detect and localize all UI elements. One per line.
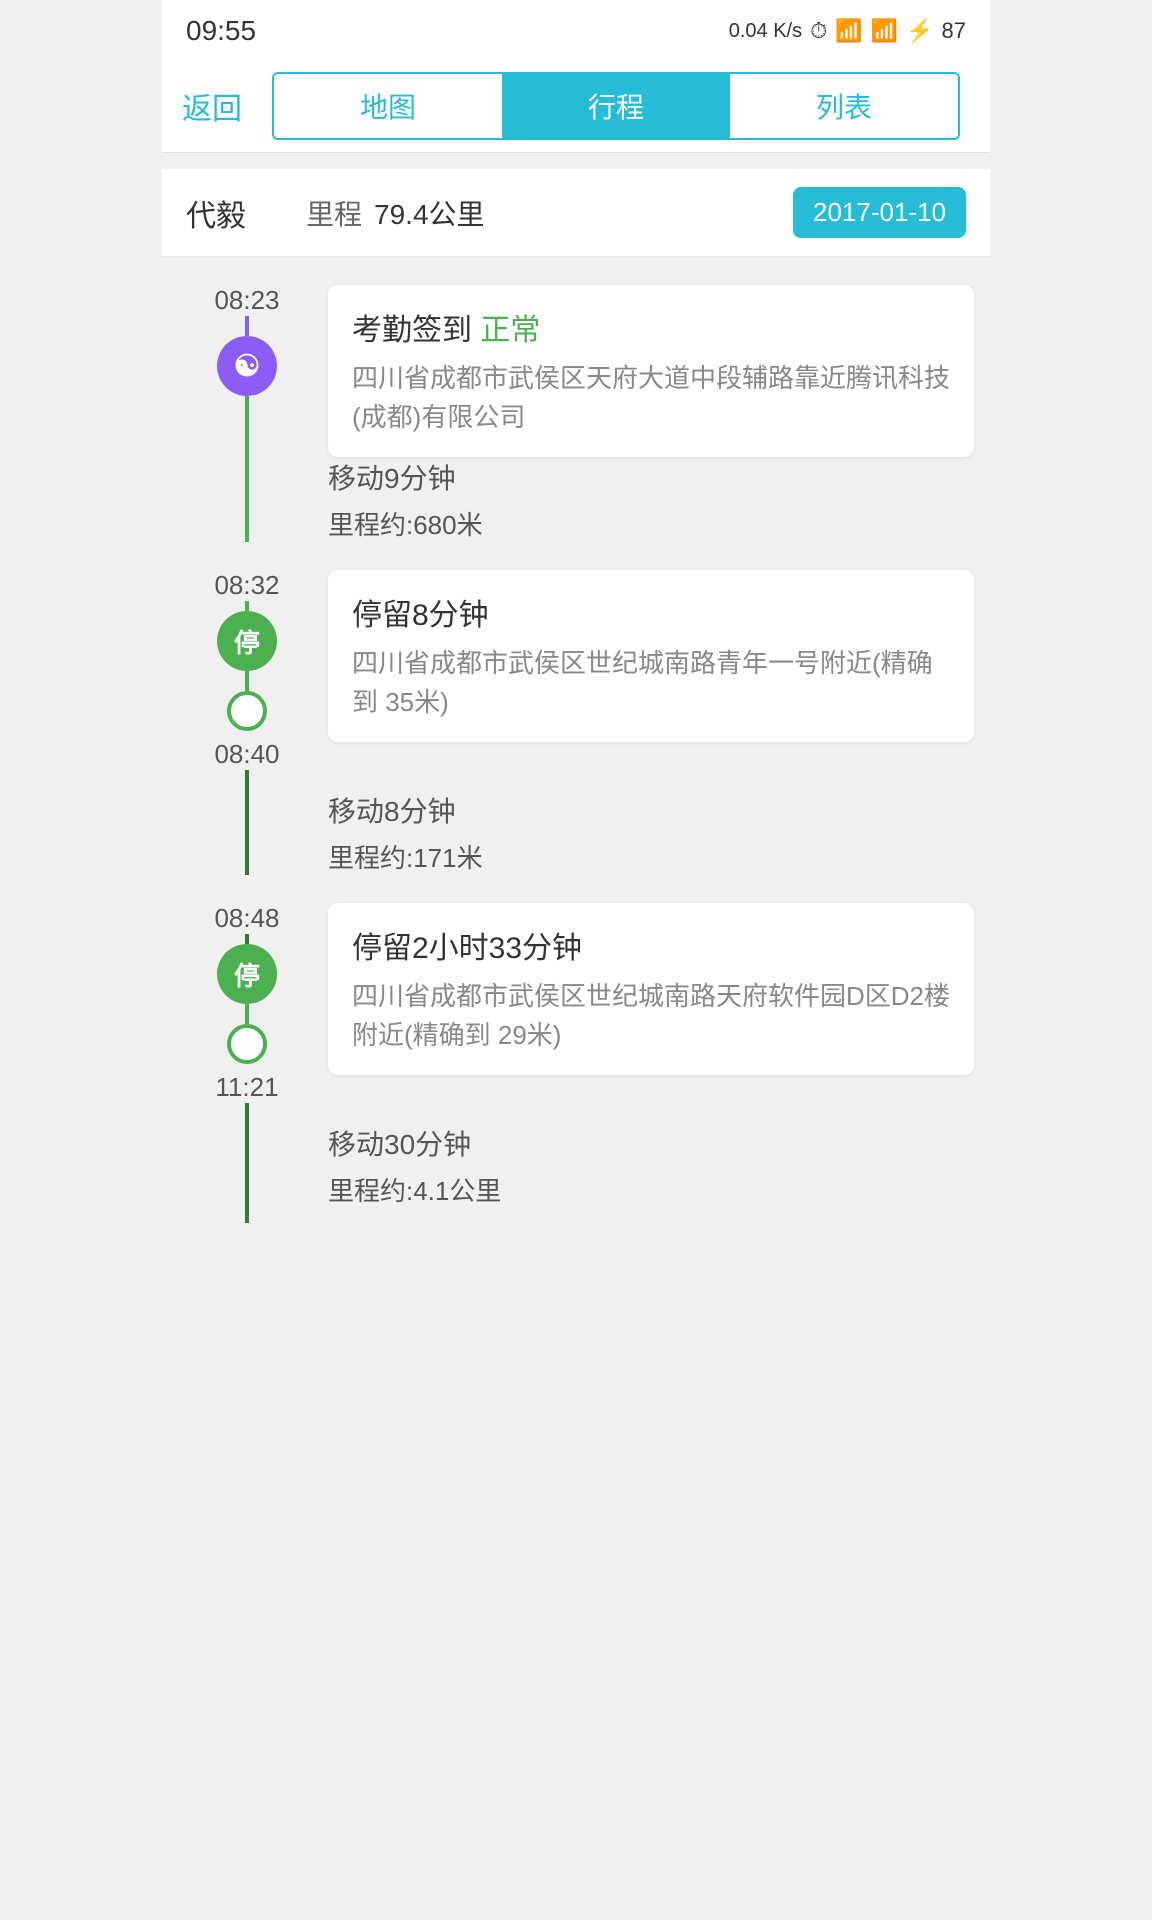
checkin-left: 08:23 ☯ — [182, 257, 312, 457]
checkin-card: 考勤签到 正常 四川省成都市武侯区天府大道中段辅路靠近腾讯科技(成都)有限公司 — [328, 285, 974, 457]
checkin-title: 考勤签到 正常 — [352, 305, 950, 349]
stop-1-time-start: 08:32 — [182, 542, 312, 601]
stop-2-address: 四川省成都市武侯区世纪城南路天府软件园D区D2楼附近(精确到 29米) — [352, 977, 950, 1055]
movement-2-content: 移动8分钟 里程约:171米 — [312, 790, 990, 875]
movement-1: 移动9分钟 里程约:680米 — [162, 457, 990, 542]
signal-icon: 📶 — [871, 18, 898, 44]
movement-2-left — [182, 790, 312, 875]
checkin-address: 四川省成都市武侯区天府大道中段辅路靠近腾讯科技(成都)有限公司 — [352, 359, 950, 437]
status-bar: 09:55 0.04 K/s ⏱ 📶 📶 ⚡ 87 — [162, 0, 990, 60]
movement-3-left — [182, 1123, 312, 1223]
info-bar: 代毅 里程 79.4公里 2017-01-10 — [162, 169, 990, 257]
stop-1-title: 停留8分钟 — [352, 590, 950, 634]
person-name: 代毅 — [186, 191, 246, 235]
line-mid-stop1 — [245, 671, 249, 691]
tab-trip[interactable]: 行程 — [502, 74, 730, 138]
wifi-icon: 📶 — [835, 18, 862, 44]
stop-1-event: 08:32 停 08:40 停留8分钟 四川省成都市武侯区世纪城南路青年一号附近… — [162, 542, 990, 790]
tab-group: 地图 行程 列表 — [272, 72, 960, 140]
movement-3-distance: 里程约:4.1公里 — [328, 1171, 974, 1208]
movement-3-duration: 移动30分钟 — [328, 1123, 974, 1163]
stop-2-title: 停留2小时33分钟 — [352, 923, 950, 967]
fingerprint-icon: ☯ — [234, 349, 261, 384]
movement-1-left — [182, 457, 312, 542]
movement-1-content: 移动9分钟 里程约:680米 — [312, 457, 990, 542]
date-badge: 2017-01-10 — [793, 187, 966, 238]
checkin-status: 正常 — [480, 314, 540, 347]
stop-2-content: 停留2小时33分钟 四川省成都市武侯区世纪城南路天府软件园D区D2楼附近(精确到… — [312, 875, 990, 1123]
speed-indicator: 0.04 K/s — [729, 20, 802, 43]
movement-2: 移动8分钟 里程约:171米 — [162, 790, 990, 875]
mileage-label: 里程 — [306, 193, 362, 233]
mileage-value: 79.4公里 — [374, 193, 485, 233]
checkin-event: 08:23 ☯ 考勤签到 正常 四川省成都市武侯区天府大道中段辅路靠近腾讯科技(… — [162, 257, 990, 457]
line-below-stop1 — [245, 770, 249, 790]
stop-1-address: 四川省成都市武侯区世纪城南路青年一号附近(精确到 35米) — [352, 644, 950, 722]
stop-2-time-start: 08:48 — [182, 875, 312, 934]
line-mid-stop2 — [245, 1004, 249, 1024]
line-below-checkin — [245, 396, 249, 457]
stop-1-end-node — [227, 691, 267, 731]
top-nav: 返回 地图 行程 列表 — [162, 60, 990, 153]
checkin-node: ☯ — [217, 336, 277, 396]
movement-3-line — [245, 1123, 249, 1223]
charge-icon: ⚡ — [906, 18, 933, 44]
movement-2-distance: 里程约:171米 — [328, 838, 974, 875]
tab-list[interactable]: 列表 — [730, 74, 958, 138]
movement-1-line — [245, 457, 249, 542]
tab-map[interactable]: 地图 — [274, 74, 502, 138]
stop-2-left: 08:48 停 11:21 — [182, 875, 312, 1123]
movement-3: 移动30分钟 里程约:4.1公里 — [162, 1123, 990, 1223]
status-time: 09:55 — [186, 15, 256, 47]
line-below-stop2 — [245, 1103, 249, 1123]
line-above-checkin — [245, 316, 249, 336]
stop-1-time-end: 08:40 — [182, 731, 312, 770]
stop-1-content: 停留8分钟 四川省成都市武侯区世纪城南路青年一号附近(精确到 35米) — [312, 542, 990, 790]
movement-3-content: 移动30分钟 里程约:4.1公里 — [312, 1123, 990, 1223]
stop-2-time-end: 11:21 — [182, 1064, 312, 1103]
checkin-content: 考勤签到 正常 四川省成都市武侯区天府大道中段辅路靠近腾讯科技(成都)有限公司 — [312, 257, 990, 457]
movement-2-line — [245, 790, 249, 875]
stop-1-node: 停 — [217, 611, 277, 671]
movement-2-duration: 移动8分钟 — [328, 790, 974, 830]
movement-1-distance: 里程约:680米 — [328, 505, 974, 542]
checkin-time: 08:23 — [182, 257, 312, 316]
status-right: 0.04 K/s ⏱ 📶 📶 ⚡ 87 — [729, 18, 966, 44]
clock-icon: ⏱ — [810, 18, 827, 44]
timeline: 08:23 ☯ 考勤签到 正常 四川省成都市武侯区天府大道中段辅路靠近腾讯科技(… — [162, 257, 990, 1263]
stop-1-card: 停留8分钟 四川省成都市武侯区世纪城南路青年一号附近(精确到 35米) — [328, 570, 974, 742]
stop-2-event: 08:48 停 11:21 停留2小时33分钟 四川省成都市武侯区世纪城南路天府… — [162, 875, 990, 1123]
stop-2-end-node — [227, 1024, 267, 1064]
battery-level: 87 — [942, 18, 966, 44]
stop-1-left: 08:32 停 08:40 — [182, 542, 312, 790]
stop-2-card: 停留2小时33分钟 四川省成都市武侯区世纪城南路天府软件园D区D2楼附近(精确到… — [328, 903, 974, 1075]
line-above-stop2 — [245, 934, 249, 944]
stop-2-node: 停 — [217, 944, 277, 1004]
line-above-stop1 — [245, 601, 249, 611]
movement-1-duration: 移动9分钟 — [328, 457, 974, 497]
back-button[interactable]: 返回 — [182, 76, 262, 136]
